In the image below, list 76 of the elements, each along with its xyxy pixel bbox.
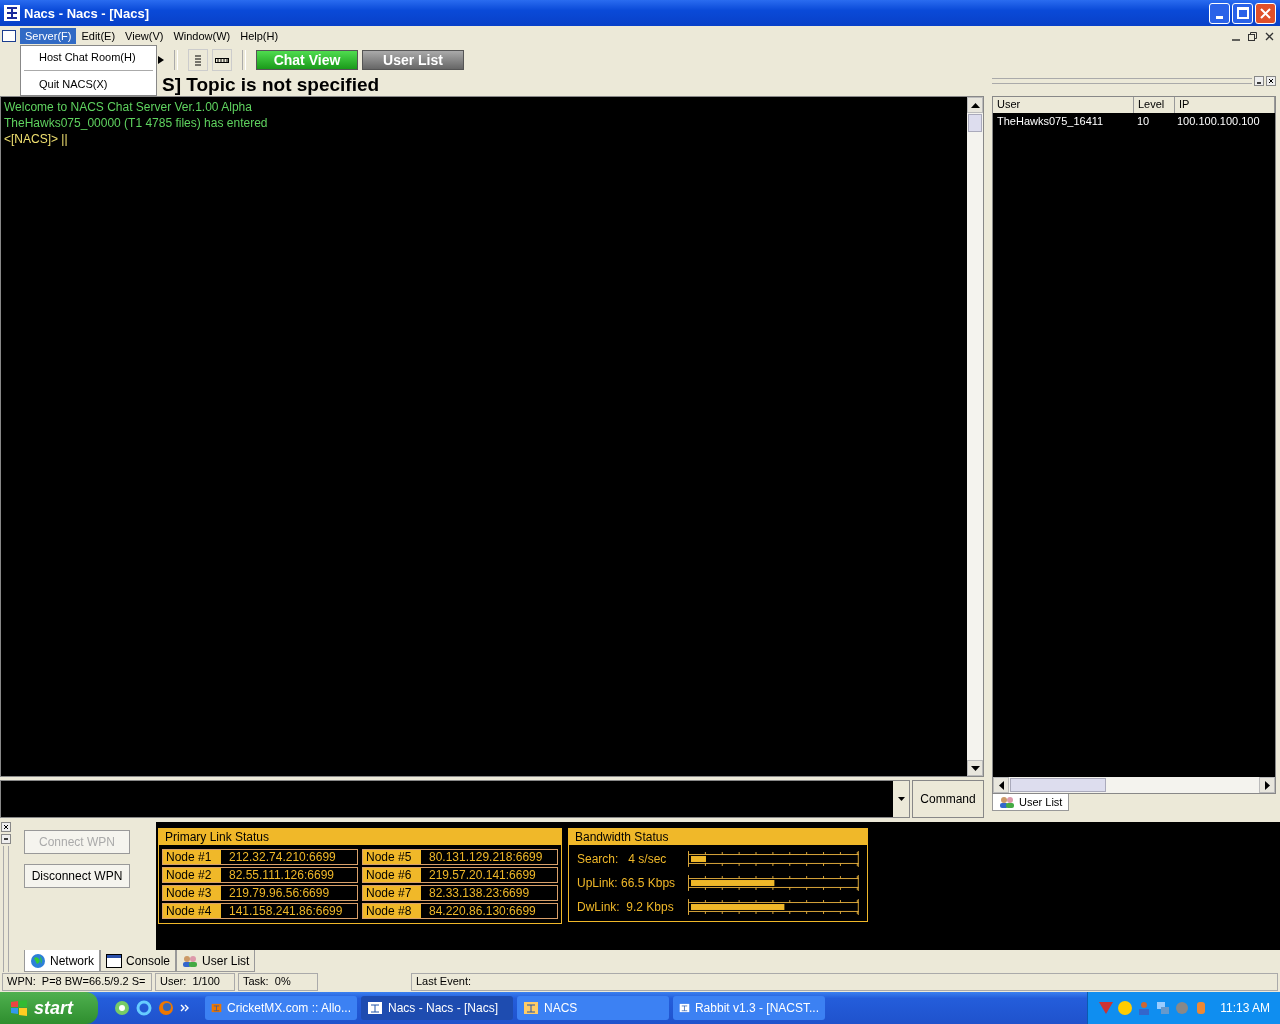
- menu-item[interactable]: Host Chat Room(H): [21, 48, 156, 66]
- close-icon[interactable]: [1266, 76, 1276, 86]
- dropdown-arrow-icon[interactable]: [897, 797, 905, 801]
- panel-tab[interactable]: Console: [100, 950, 177, 972]
- menu-item[interactable]: Server(F): [20, 28, 77, 44]
- view-tab[interactable]: User List: [362, 50, 464, 70]
- node-row: Node #3 219.79.96.56:6699: [162, 885, 358, 901]
- panel-tab[interactable]: Network: [24, 950, 100, 972]
- command-button[interactable]: Command: [912, 780, 984, 818]
- document-icon: [2, 30, 16, 42]
- taskbar-button[interactable]: Nacs - Nacs - [Nacs]: [361, 996, 513, 1020]
- close-icon[interactable]: [1265, 31, 1274, 41]
- right-arrow-icon[interactable]: [1264, 780, 1270, 790]
- scroll-thumb[interactable]: [968, 114, 982, 132]
- node-row: Node #2 82.55.111.126:6699: [162, 867, 358, 883]
- close-icon: [1260, 7, 1271, 19]
- panel-tab[interactable]: User List: [992, 794, 1070, 811]
- node-row: Node #5 80.131.129.218:6699: [362, 849, 558, 865]
- clock: 11:13 AM: [1220, 1001, 1270, 1015]
- window-title: Nacs - Nacs - [Nacs]: [24, 5, 149, 21]
- menu-item[interactable]: View(V): [120, 28, 169, 44]
- chat-line: <[NACS]> ||: [4, 131, 69, 147]
- menu-item[interactable]: Edit(E): [76, 28, 121, 44]
- menu-item[interactable]: Quit NACS(X): [21, 75, 156, 93]
- chat-line: Welcome to NACS Chat Server Ver.1.00 Alpha: [4, 99, 253, 115]
- restore-icon[interactable]: [1248, 31, 1257, 41]
- up-arrow-icon[interactable]: [970, 102, 980, 108]
- scrollbar[interactable]: [967, 97, 983, 776]
- globe-icon: [30, 952, 46, 969]
- meter-label: Search: 4 s/sec: [577, 852, 668, 866]
- status-field: Last Event:: [411, 973, 1278, 991]
- wpn-button[interactable]: Disconnect WPN: [24, 864, 130, 888]
- minimize-icon[interactable]: [1254, 76, 1264, 86]
- app-icon: [367, 1000, 383, 1016]
- taskbar-button[interactable]: NACS: [517, 996, 669, 1020]
- menu-item[interactable]: Help(H): [235, 28, 284, 44]
- node-row: Node #1 212.32.74.210:6699: [162, 849, 358, 865]
- close-icon[interactable]: [1, 822, 11, 832]
- node-row: Node #7 82.33.138.23:6699: [362, 885, 558, 901]
- taskbar-button[interactable]: Rabbit v1.3 - [NACST...: [673, 996, 825, 1020]
- browser-icon[interactable]: [136, 1000, 152, 1016]
- status-field: WPN: P=8 BW=66.5/9.2 S=: [2, 973, 152, 991]
- users-icon: [182, 954, 199, 967]
- close-button[interactable]: [1255, 2, 1276, 24]
- chevron-icon[interactable]: [180, 1004, 189, 1012]
- left-arrow-icon[interactable]: [998, 780, 1004, 790]
- list-icon[interactable]: [188, 49, 208, 71]
- menu-item[interactable]: Window(W): [168, 28, 236, 44]
- media-icon[interactable]: [114, 1000, 130, 1016]
- restore-button[interactable]: [1232, 2, 1253, 24]
- status-field: Task: 0%: [238, 973, 318, 991]
- window-icon: [106, 953, 122, 968]
- command-field[interactable]: [0, 780, 910, 818]
- down-arrow-icon[interactable]: [970, 765, 980, 771]
- users-icon: [999, 796, 1015, 808]
- status-field: User: 1/100: [155, 973, 235, 991]
- scroll-thumb[interactable]: [1010, 778, 1106, 792]
- node-row: Node #4 141.158.241.86:6699: [162, 903, 358, 919]
- node-row: Node #8 84.220.86.130:6699: [362, 903, 558, 919]
- taskbar-button[interactable]: CricketMX.com :: Allo...: [205, 996, 357, 1020]
- node-row: Node #6 219.57.20.141:6699: [362, 867, 558, 883]
- minimize-icon[interactable]: [1, 834, 11, 844]
- ruler-icon[interactable]: [212, 49, 232, 71]
- meter-label: DwLink: 9.2 Kbps: [577, 900, 675, 914]
- panel-title: Bandwidth Status: [569, 829, 867, 845]
- chat-line: TheHawks075_00000 (T1 4785 files) has entered: [4, 115, 269, 131]
- meter-label: UpLink: 66.5 Kbps: [577, 876, 677, 890]
- panel-tab[interactable]: User List: [176, 950, 256, 972]
- arrow-icon[interactable]: [158, 56, 164, 64]
- windows-logo-icon: [10, 1000, 28, 1016]
- minimize-button[interactable]: [1209, 2, 1230, 24]
- topic-heading: S] Topic is not specified: [162, 74, 380, 96]
- app-icon: [523, 1000, 539, 1016]
- app-icon: [4, 5, 20, 21]
- panel-title: Primary Link Status: [159, 829, 561, 845]
- scrollbar[interactable]: [993, 777, 1275, 793]
